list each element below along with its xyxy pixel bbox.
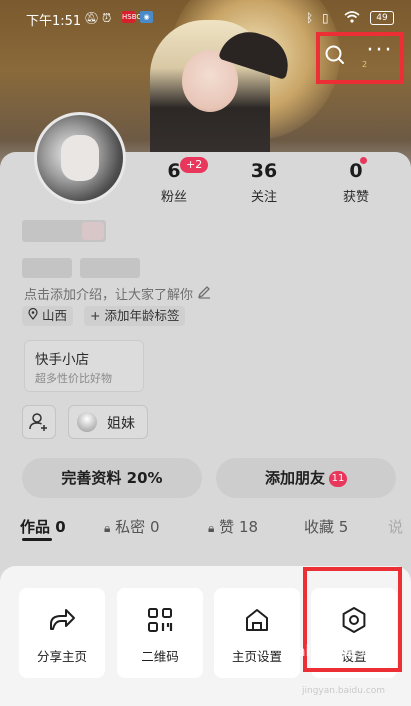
wifi-icon	[344, 11, 360, 26]
edit-pencil-icon	[197, 286, 211, 303]
status-bar: 下午1:51 🔕︎ ⏰︎ HSBC ◉ ᛒ ▯ 49	[0, 0, 411, 36]
bank-app-icon: HSBC	[122, 11, 142, 23]
alarm-icon: ⏰︎	[102, 11, 112, 25]
username-blurred-accent	[82, 222, 104, 240]
add-age-tag[interactable]: + 添加年龄标签	[84, 306, 186, 326]
add-friends-label: 添加朋友	[264, 469, 325, 487]
following-label: 关注	[250, 190, 277, 205]
followers-label: 粉丝	[160, 190, 187, 205]
more-options-button[interactable]: ···	[364, 40, 396, 68]
location-tag-label: 山西	[41, 308, 67, 323]
baidu-watermark: Bai du 经验	[284, 642, 373, 660]
tab-private-label: 私密 0	[115, 518, 160, 536]
avatar-photo-detail	[61, 135, 99, 181]
relation-label: 姐妹	[107, 416, 135, 432]
tab-more-label: 说	[388, 518, 404, 536]
add-relation-button[interactable]	[22, 405, 56, 439]
likes-label: 获赞	[342, 190, 369, 205]
tab-works[interactable]: 作品 0	[20, 516, 66, 537]
qr-code-button[interactable]: 二维码	[117, 588, 203, 678]
share-icon	[50, 609, 75, 630]
shop-title: 快手小店	[35, 352, 89, 368]
tab-liked[interactable]: 🔒︎ 赞 18	[208, 516, 258, 537]
user-id-blurred	[22, 258, 72, 278]
stat-following[interactable]: 36 关注	[234, 160, 294, 205]
profile-settings-button[interactable]: 主页设置	[214, 588, 300, 678]
relation-chip-sister[interactable]: 姐妹	[68, 405, 148, 439]
add-user-icon	[29, 413, 47, 431]
new-followers-badge: +2	[180, 157, 209, 173]
likes-notification-dot	[360, 157, 367, 164]
bluetooth-icon: ᛒ	[306, 11, 314, 25]
qr-code-label: 二维码	[141, 649, 179, 664]
lock-icon: 🔒︎	[208, 521, 215, 535]
bio-text: 点击添加介绍，让大家了解你	[24, 288, 194, 303]
avatar[interactable]	[34, 112, 126, 204]
tab-private[interactable]: 🔒︎ 私密 0	[104, 516, 159, 537]
shop-subtitle: 超多性价比好物	[35, 372, 112, 385]
location-pin-icon	[28, 307, 38, 320]
home-icon	[246, 609, 268, 631]
kuaishou-shop-card[interactable]: 快手小店 超多性价比好物	[24, 340, 144, 392]
bio-placeholder[interactable]: 点击添加介绍，让大家了解你	[24, 284, 211, 303]
share-profile-label: 分享主页	[36, 649, 87, 664]
add-friends-button[interactable]: 添加朋友 11	[216, 458, 396, 498]
qr-code-icon	[148, 608, 173, 632]
more-dots-icon: ···	[366, 38, 394, 63]
mute-icon: 🔕︎	[84, 11, 100, 25]
battery-indicator: 49	[370, 11, 394, 25]
tab-favorites[interactable]: 收藏 5	[304, 516, 348, 537]
baidu-watermark-url: jingyan.baidu.com	[302, 686, 386, 696]
app-notification-icon: ◉	[140, 11, 153, 23]
following-count: 36	[250, 160, 278, 182]
search-icon	[325, 45, 344, 64]
share-profile-button[interactable]: 分享主页	[19, 588, 105, 678]
tab-works-label: 作品 0	[20, 518, 66, 536]
active-tab-indicator	[22, 538, 52, 541]
location-tag[interactable]: 山西	[22, 306, 73, 326]
add-friends-count-badge: 11	[329, 471, 347, 487]
add-age-tag-label: + 添加年龄标签	[90, 308, 180, 323]
level-badge: 2	[362, 60, 368, 69]
user-id-blurred-2	[80, 258, 140, 278]
tab-favorites-label: 收藏 5	[304, 518, 349, 536]
relation-avatar	[77, 412, 97, 432]
status-time: 下午1:51	[26, 14, 82, 29]
complete-profile-button[interactable]: 完善资料 20%	[22, 458, 202, 498]
lock-icon: 🔒︎	[104, 521, 111, 535]
tab-more-partial[interactable]: 说	[388, 516, 403, 537]
stat-likes[interactable]: 0 获赞	[326, 160, 386, 205]
tab-liked-label: 赞 18	[219, 518, 259, 536]
search-button[interactable]	[322, 42, 348, 68]
vibrate-icon: ▯	[322, 11, 329, 25]
complete-profile-label: 完善资料 20%	[61, 469, 163, 487]
likes-count: 0	[349, 160, 363, 182]
